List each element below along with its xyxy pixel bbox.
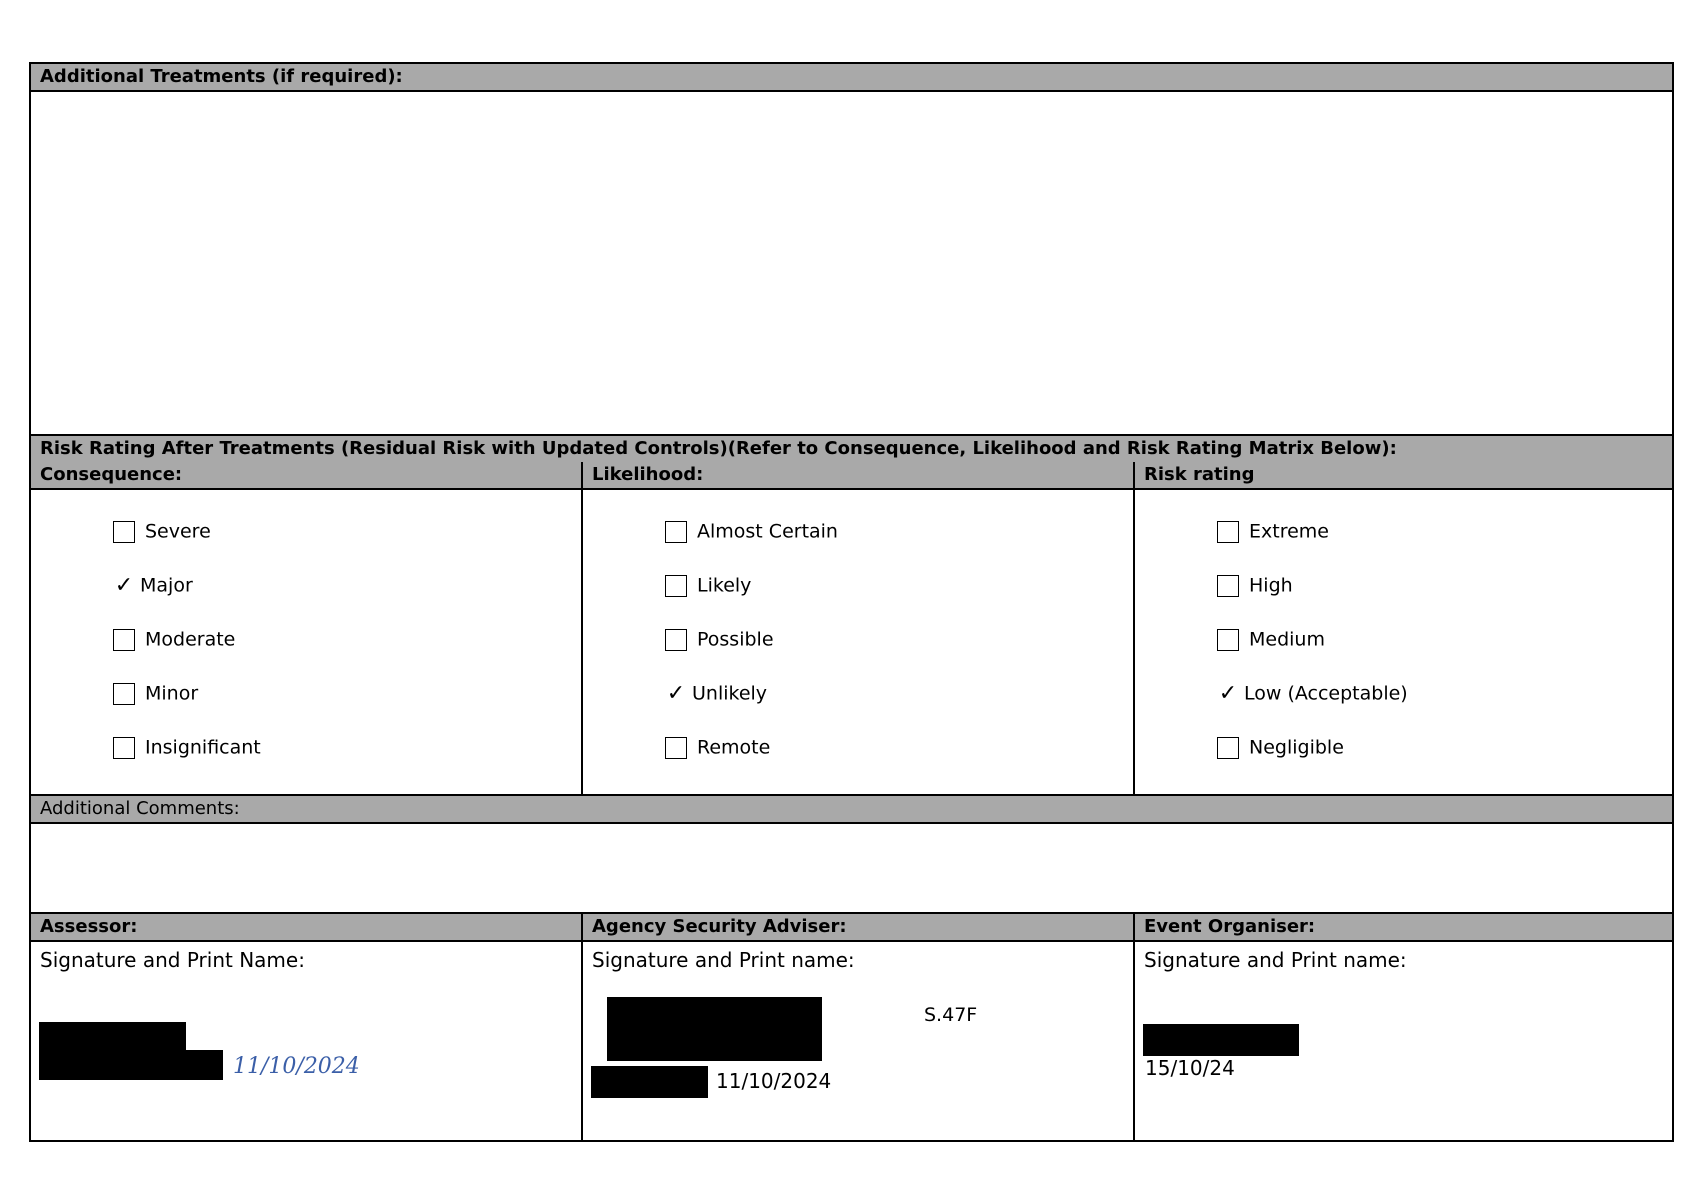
option-label: Severe bbox=[145, 520, 211, 543]
checkmark-icon[interactable]: ✓ bbox=[665, 682, 687, 705]
consequence-option[interactable]: Moderate bbox=[113, 628, 235, 651]
likelihood-option[interactable]: Almost Certain bbox=[665, 520, 838, 543]
option-label: Major bbox=[140, 574, 193, 597]
risk-rating-column: Risk rating Extreme High Medium ✓ Low (Accep… bbox=[1135, 462, 1672, 794]
consequence-option[interactable]: Minor bbox=[113, 682, 198, 705]
option-label: Low (Acceptable) bbox=[1244, 682, 1408, 705]
risk-rating-option[interactable]: Extreme bbox=[1217, 520, 1329, 543]
option-label: Negligible bbox=[1249, 736, 1344, 759]
checkbox-empty-icon[interactable] bbox=[113, 682, 135, 705]
additional-treatments-header: Additional Treatments (if required): bbox=[31, 64, 1672, 92]
consequence-option[interactable]: ✓ Major bbox=[113, 574, 193, 597]
option-label: Unlikely bbox=[692, 682, 768, 705]
checkbox-empty-icon[interactable] bbox=[1217, 520, 1239, 543]
risk-rating-header: Risk rating bbox=[1135, 462, 1672, 490]
option-label: Possible bbox=[697, 628, 774, 651]
option-label: Almost Certain bbox=[697, 520, 838, 543]
checkbox-empty-icon[interactable] bbox=[665, 736, 687, 759]
checkmark-icon[interactable]: ✓ bbox=[113, 574, 135, 597]
security-adviser-date: 11/10/2024 bbox=[716, 1069, 832, 1093]
event-organiser-date: 15/10/24 bbox=[1145, 1056, 1235, 1080]
rating-columns: Consequence: Severe ✓ Major Moderate Minor In… bbox=[31, 462, 1672, 794]
option-label: High bbox=[1249, 574, 1293, 597]
option-label: Minor bbox=[145, 682, 199, 705]
risk-assessment-form: Additional Treatments (if required): Ris… bbox=[29, 62, 1674, 1142]
assessor-signature-area[interactable]: Signature and Print Name: 11/10/2024 bbox=[31, 942, 581, 1140]
checkbox-empty-icon[interactable] bbox=[113, 628, 135, 651]
risk-rating-option[interactable]: Medium bbox=[1217, 628, 1325, 651]
checkbox-empty-icon[interactable] bbox=[665, 520, 687, 543]
additional-comments-header: Additional Comments: bbox=[31, 794, 1672, 824]
option-label: Likely bbox=[697, 574, 752, 597]
assessor-header: Assessor: bbox=[31, 912, 581, 942]
checkbox-empty-icon[interactable] bbox=[1217, 736, 1239, 759]
checkbox-empty-icon[interactable] bbox=[665, 574, 687, 597]
redaction-box bbox=[607, 997, 822, 1061]
security-adviser-signature-area[interactable]: Signature and Print name: S.47F 11/10/20… bbox=[583, 942, 1133, 1140]
security-adviser-signature-label: Signature and Print name: bbox=[592, 948, 855, 972]
security-adviser-cell: Agency Security Adviser: Signature and P… bbox=[583, 912, 1135, 1140]
consequence-column: Consequence: Severe ✓ Major Moderate Minor In… bbox=[31, 462, 583, 794]
additional-comments-section: Additional Comments: bbox=[31, 794, 1672, 912]
consequence-option[interactable]: Severe bbox=[113, 520, 211, 543]
likelihood-option[interactable]: Possible bbox=[665, 628, 774, 651]
consequence-header: Consequence: bbox=[31, 462, 581, 490]
additional-comments-field[interactable] bbox=[31, 824, 1672, 912]
option-label: Extreme bbox=[1249, 520, 1329, 543]
additional-treatments-field[interactable] bbox=[31, 92, 1672, 434]
option-label: Medium bbox=[1249, 628, 1325, 651]
redaction-box bbox=[1143, 1024, 1299, 1056]
option-label: Moderate bbox=[145, 628, 236, 651]
checkbox-empty-icon[interactable] bbox=[1217, 574, 1239, 597]
checkbox-empty-icon[interactable] bbox=[1217, 628, 1239, 651]
event-organiser-cell: Event Organiser: Signature and Print nam… bbox=[1135, 912, 1672, 1140]
checkbox-empty-icon[interactable] bbox=[665, 628, 687, 651]
likelihood-option[interactable]: Likely bbox=[665, 574, 751, 597]
assessor-date: 11/10/2024 bbox=[233, 1054, 360, 1079]
likelihood-option[interactable]: ✓ Unlikely bbox=[665, 682, 767, 705]
redaction-box bbox=[591, 1066, 708, 1098]
assessor-cell: Assessor: Signature and Print Name: 11/1… bbox=[31, 912, 583, 1140]
assessor-signature-label: Signature and Print Name: bbox=[40, 948, 305, 972]
residual-risk-section: Risk Rating After Treatments (Residual R… bbox=[31, 434, 1672, 464]
event-organiser-header: Event Organiser: bbox=[1135, 912, 1672, 942]
additional-treatments-section: Additional Treatments (if required): bbox=[31, 64, 1672, 434]
signatures-row: Assessor: Signature and Print Name: 11/1… bbox=[31, 912, 1672, 1140]
risk-rating-option[interactable]: High bbox=[1217, 574, 1293, 597]
likelihood-header: Likelihood: bbox=[583, 462, 1133, 490]
residual-risk-header: Risk Rating After Treatments (Residual R… bbox=[31, 434, 1672, 464]
checkbox-empty-icon[interactable] bbox=[113, 520, 135, 543]
likelihood-option[interactable]: Remote bbox=[665, 736, 770, 759]
event-organiser-signature-area[interactable]: Signature and Print name: 15/10/24 bbox=[1135, 942, 1672, 1140]
checkmark-icon[interactable]: ✓ bbox=[1217, 682, 1239, 705]
risk-rating-option[interactable]: ✓ Low (Acceptable) bbox=[1217, 682, 1408, 705]
option-label: Remote bbox=[697, 736, 771, 759]
redaction-box bbox=[39, 1050, 223, 1080]
option-label: Insignificant bbox=[145, 736, 261, 759]
likelihood-column: Likelihood: Almost Certain Likely Possible… bbox=[583, 462, 1135, 794]
risk-rating-option[interactable]: Negligible bbox=[1217, 736, 1344, 759]
security-adviser-header: Agency Security Adviser: bbox=[583, 912, 1133, 942]
checkbox-empty-icon[interactable] bbox=[113, 736, 135, 759]
exemption-code: S.47F bbox=[924, 1004, 978, 1026]
event-organiser-signature-label: Signature and Print name: bbox=[1144, 948, 1407, 972]
consequence-option[interactable]: Insignificant bbox=[113, 736, 261, 759]
